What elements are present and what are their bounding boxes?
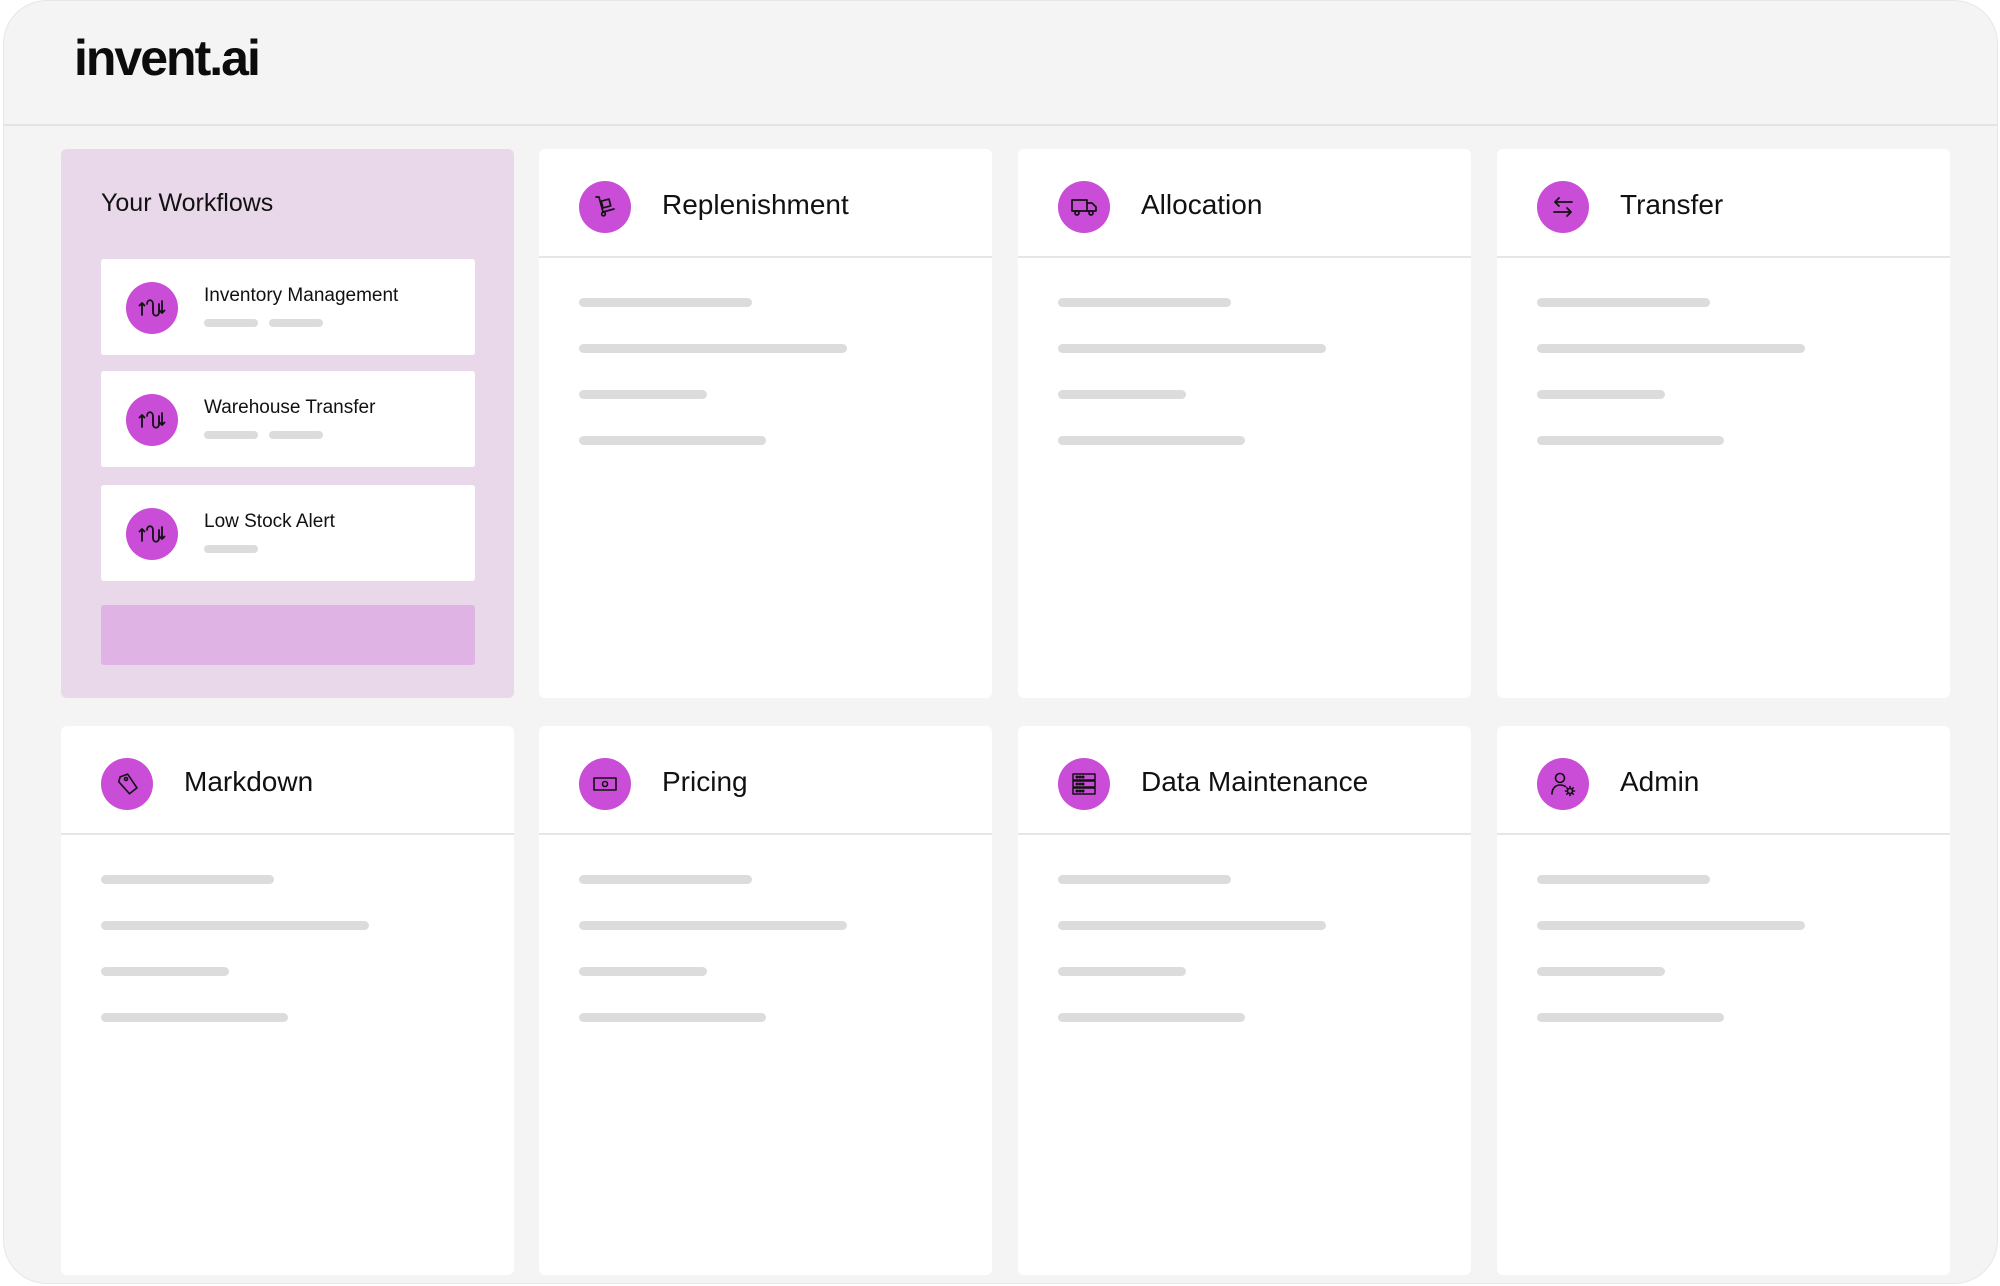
- module-card-header: Allocation: [1018, 149, 1471, 258]
- cash-icon: [579, 758, 631, 810]
- placeholder-line: [1537, 967, 1665, 976]
- placeholder-line: [1537, 344, 1805, 353]
- workflow-icon: [126, 394, 178, 446]
- placeholder-line: [579, 921, 847, 930]
- placeholder-line: [1537, 436, 1724, 445]
- workflow-card-inventory-management[interactable]: Inventory Management: [101, 259, 475, 355]
- placeholder-line: [204, 319, 258, 327]
- placeholder-line: [101, 875, 274, 884]
- placeholder-line: [269, 319, 323, 327]
- placeholder-line: [1058, 967, 1186, 976]
- module-card-replenishment[interactable]: Replenishment: [539, 149, 992, 698]
- placeholder-line: [579, 967, 707, 976]
- workflow-icon: [126, 282, 178, 334]
- module-card-allocation[interactable]: Allocation: [1018, 149, 1471, 698]
- dolly-icon: [579, 181, 631, 233]
- placeholder-line: [101, 921, 369, 930]
- module-card-transfer[interactable]: Transfer: [1497, 149, 1950, 698]
- placeholder-line: [579, 298, 752, 307]
- workflow-card-low-stock-alert[interactable]: Low Stock Alert: [101, 485, 475, 581]
- module-title: Replenishment: [662, 189, 849, 220]
- placeholder-line: [1058, 921, 1326, 930]
- module-card-header: Data Maintenance: [1018, 726, 1471, 835]
- module-card-header: Transfer: [1497, 149, 1950, 258]
- placeholder-line: [1058, 436, 1245, 445]
- workflow-label: Low Stock Alert: [204, 511, 335, 532]
- truck-icon: [1058, 181, 1110, 233]
- module-title: Markdown: [184, 766, 314, 797]
- placeholder-line: [1537, 875, 1710, 884]
- placeholder-line: [101, 967, 229, 976]
- workflows-title: Your Workflows: [101, 189, 274, 217]
- brand-logo[interactable]: invent.ai: [74, 29, 261, 87]
- placeholder-line: [579, 436, 766, 445]
- module-card-header: Pricing: [539, 726, 992, 835]
- placeholder-line: [1537, 1013, 1724, 1022]
- module-title: Transfer: [1620, 189, 1724, 220]
- placeholder-line: [1537, 390, 1665, 399]
- module-card-markdown[interactable]: Markdown: [61, 726, 514, 1275]
- workflow-icon: [126, 508, 178, 560]
- user-settings-icon: [1537, 758, 1589, 810]
- module-card-header: Replenishment: [539, 149, 992, 258]
- placeholder-line: [269, 431, 323, 439]
- placeholder-line: [204, 431, 258, 439]
- server-icon: [1058, 758, 1110, 810]
- module-card-data-maintenance[interactable]: Data Maintenance: [1018, 726, 1471, 1275]
- placeholder-line: [101, 1013, 288, 1022]
- placeholder-line: [1058, 298, 1231, 307]
- placeholder-line: [579, 390, 707, 399]
- placeholder-line: [1058, 344, 1326, 353]
- module-title: Admin: [1620, 766, 1700, 797]
- placeholder-line: [1058, 1013, 1245, 1022]
- placeholder-line: [1537, 298, 1710, 307]
- placeholder-line: [579, 875, 752, 884]
- module-card-admin[interactable]: Admin: [1497, 726, 1950, 1275]
- app-window: invent.ai Your Workflows Inventory Manag…: [3, 0, 1998, 1284]
- workflows-panel: Your Workflows Inventory Management Ware…: [61, 149, 514, 698]
- placeholder-line: [579, 344, 847, 353]
- module-card-header: Admin: [1497, 726, 1950, 835]
- module-title: Pricing: [662, 766, 748, 797]
- workflow-card-warehouse-transfer[interactable]: Warehouse Transfer: [101, 371, 475, 467]
- workflow-label: Inventory Management: [204, 285, 399, 306]
- price-tag-icon: [101, 758, 153, 810]
- module-card-pricing[interactable]: Pricing: [539, 726, 992, 1275]
- transfer-arrows-icon: [1537, 181, 1589, 233]
- module-title: Data Maintenance: [1141, 766, 1369, 797]
- new-workflow-button[interactable]: [101, 605, 475, 665]
- module-title: Allocation: [1141, 189, 1263, 220]
- module-card-header: Markdown: [61, 726, 514, 835]
- placeholder-line: [1537, 921, 1805, 930]
- placeholder-line: [579, 1013, 766, 1022]
- app-header: invent.ai: [4, 1, 1997, 126]
- placeholder-line: [1058, 390, 1186, 399]
- workflow-label: Warehouse Transfer: [204, 397, 376, 418]
- placeholder-line: [1058, 875, 1231, 884]
- placeholder-line: [204, 545, 258, 553]
